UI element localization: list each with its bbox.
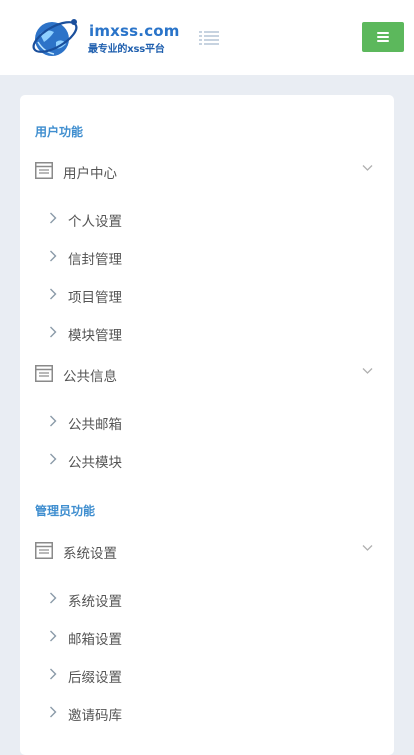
sidebar-item-label: 公共模块 [68,455,122,471]
top-bar: imxss.com 最专业的xss平台 [0,0,414,75]
section-title-admin: 管理员功能 [35,504,96,518]
chevron-right-icon [50,453,57,465]
window-icon [35,162,53,179]
group-label: 系统设置 [63,546,117,562]
group-label: 公共信息 [63,369,117,385]
sidebar-item-mailbox-settings[interactable]: 邮箱设置 [20,622,394,652]
group-system-settings[interactable]: 系统设置 [20,536,394,566]
sidebar-item-label: 邀请码库 [68,708,122,724]
sidebar-item-envelope-management[interactable]: 信封管理 [20,242,394,272]
sidebar-item-label: 邮箱设置 [68,632,122,648]
sidebar-item-public-mailbox[interactable]: 公共邮箱 [20,407,394,437]
sidebar-item-label: 模块管理 [68,328,122,344]
sidebar-item-personal-settings[interactable]: 个人设置 [20,204,394,234]
window-icon [35,365,53,382]
sidebar-item-label: 项目管理 [68,290,122,306]
chevron-down-icon [362,368,373,374]
sidebar-item-system-settings[interactable]: 系统设置 [20,584,394,614]
globe-logo-icon[interactable] [30,12,82,62]
sidebar-item-public-modules[interactable]: 公共模块 [20,445,394,475]
group-label: 用户中心 [63,166,117,182]
logo-title: imxss.com [89,22,180,40]
sidebar-item-project-management[interactable]: 项目管理 [20,280,394,310]
chevron-down-icon [362,165,373,171]
list-icon[interactable] [199,30,219,46]
menu-toggle-button[interactable] [362,22,404,52]
chevron-right-icon [50,415,57,427]
group-user-center[interactable]: 用户中心 [20,156,394,186]
chevron-right-icon [50,212,57,224]
sidebar-item-suffix-settings[interactable]: 后缀设置 [20,660,394,690]
chevron-down-icon [362,545,373,551]
section-title-user: 用户功能 [35,125,84,139]
chevron-right-icon [50,630,57,642]
chevron-right-icon [50,592,57,604]
sidebar-item-label: 系统设置 [68,594,122,610]
hamburger-icon [377,32,389,42]
sidebar-panel: 用户功能 用户中心 个人设置 信封管理 项目管理 模块管理 公共信息 公共邮箱 … [20,95,394,755]
sidebar-item-label: 信封管理 [68,252,122,268]
chevron-right-icon [50,326,57,338]
sidebar-item-label: 个人设置 [68,214,122,230]
chevron-right-icon [50,706,57,718]
chevron-right-icon [50,288,57,300]
chevron-right-icon [50,668,57,680]
group-public-info[interactable]: 公共信息 [20,359,394,389]
logo-subtitle: 最专业的xss平台 [88,44,165,55]
sidebar-item-label: 后缀设置 [68,670,122,686]
sidebar-item-label: 公共邮箱 [68,417,122,433]
sidebar-item-module-management[interactable]: 模块管理 [20,318,394,348]
window-icon [35,542,53,559]
sidebar-item-invite-codes[interactable]: 邀请码库 [20,698,394,728]
chevron-right-icon [50,250,57,262]
